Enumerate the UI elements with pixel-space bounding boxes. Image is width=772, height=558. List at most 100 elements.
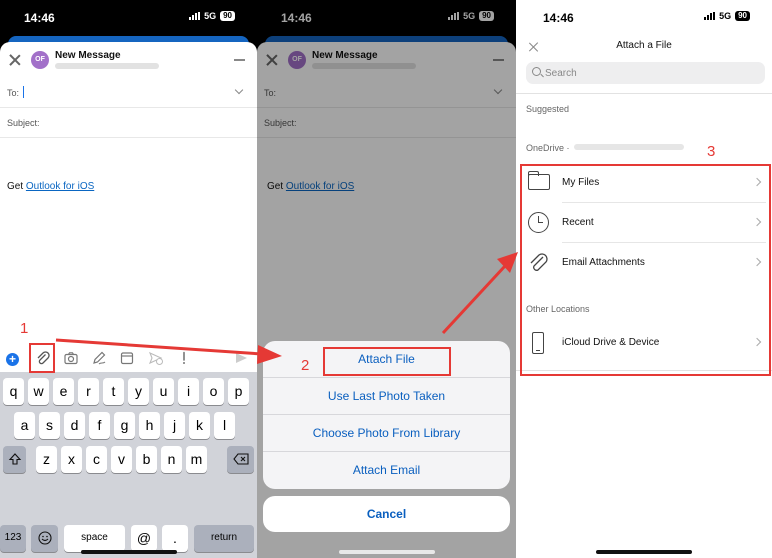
key-p[interactable]: p	[228, 378, 249, 405]
key-f[interactable]: f	[89, 412, 110, 439]
onedrive-label: OneDrive ·	[526, 143, 570, 153]
keyboard-row-3: z x c v b n m	[0, 446, 257, 517]
subject-field[interactable]: Subject:	[0, 108, 257, 138]
avatar[interactable]: OF	[31, 51, 49, 69]
priority-icon[interactable]	[176, 350, 192, 366]
key-b[interactable]: b	[136, 446, 157, 473]
key-y[interactable]: y	[128, 378, 149, 405]
backspace-icon	[232, 453, 249, 465]
signal-icon	[189, 12, 201, 20]
key-w[interactable]: w	[28, 378, 49, 405]
attach-file-screen: 14:46 5G 90 Attach a File Suggested OneD…	[516, 0, 772, 558]
annotation-step-3: 3	[707, 143, 716, 160]
choose-photo-option[interactable]: Choose Photo From Library	[263, 415, 510, 452]
annotation-box-attach-icon	[29, 343, 55, 373]
search-bar[interactable]	[526, 62, 765, 84]
close-icon[interactable]	[9, 54, 21, 66]
pen-icon[interactable]	[91, 350, 107, 366]
key-t[interactable]: t	[103, 378, 124, 405]
status-time: 14:46	[543, 11, 574, 25]
compose-sheet: OF New Message To: Subject: Get Outlook …	[0, 42, 257, 558]
compose-header: OF New Message	[0, 42, 257, 78]
keyboard: q w e r t y u i o p a s d f g h j k l z …	[0, 372, 257, 558]
sender-email-redacted	[55, 63, 159, 69]
text-cursor	[23, 86, 24, 98]
return-key[interactable]: return	[194, 525, 254, 552]
numbers-key[interactable]: 123	[0, 525, 26, 552]
key-c[interactable]: c	[86, 446, 107, 473]
keyboard-row-1: q w e r t y u i o p	[0, 378, 257, 406]
outlook-link[interactable]: Outlook for iOS	[26, 181, 94, 192]
key-x[interactable]: x	[61, 446, 82, 473]
attach-file-header: Attach a File	[516, 34, 772, 60]
annotation-step-2: 2	[301, 357, 310, 374]
subject-label: Subject:	[7, 118, 40, 128]
attach-options-screen: 14:46 5G 90 OF New Message To: Subject: …	[257, 0, 516, 558]
to-field[interactable]: To:	[0, 78, 257, 108]
compose-title: New Message	[55, 50, 121, 61]
key-v[interactable]: v	[111, 446, 132, 473]
key-q[interactable]: q	[3, 378, 24, 405]
use-last-photo-option[interactable]: Use Last Photo Taken	[263, 378, 510, 415]
key-k[interactable]: k	[189, 412, 210, 439]
key-l[interactable]: l	[214, 412, 235, 439]
key-m[interactable]: m	[186, 446, 207, 473]
camera-icon[interactable]	[63, 350, 79, 366]
key-r[interactable]: r	[78, 378, 99, 405]
key-n[interactable]: n	[161, 446, 182, 473]
signal-icon	[704, 12, 716, 20]
status-time: 14:46	[24, 11, 55, 25]
battery-icon: 90	[735, 11, 750, 21]
network-label: 5G	[719, 11, 732, 21]
suggested-label: Suggested	[526, 104, 570, 114]
key-d[interactable]: d	[64, 412, 85, 439]
cancel-button[interactable]: Cancel	[263, 496, 510, 532]
annotation-box-locations	[520, 164, 771, 376]
shift-icon	[8, 453, 21, 465]
key-o[interactable]: o	[203, 378, 224, 405]
home-indicator	[338, 550, 435, 554]
keyboard-row-4: 123 space @ . return	[0, 525, 257, 553]
search-input[interactable]	[545, 65, 695, 81]
key-e[interactable]: e	[53, 378, 74, 405]
status-bar: 14:46 5G 90	[516, 0, 772, 34]
annotation-step-1: 1	[20, 320, 29, 337]
dot-key[interactable]: .	[162, 525, 188, 552]
page-title: Attach a File	[616, 40, 672, 51]
backspace-key[interactable]	[227, 446, 254, 473]
attach-email-option[interactable]: Attach Email	[263, 452, 510, 489]
emoji-icon	[37, 531, 52, 545]
at-key[interactable]: @	[131, 525, 157, 552]
status-bar: 14:46 5G 90	[0, 0, 257, 34]
network-label: 5G	[204, 11, 217, 21]
key-h[interactable]: h	[139, 412, 160, 439]
send-later-icon[interactable]	[148, 350, 164, 366]
home-indicator	[80, 550, 177, 554]
minimize-icon[interactable]	[234, 59, 245, 61]
key-u[interactable]: u	[153, 378, 174, 405]
key-z[interactable]: z	[36, 446, 57, 473]
annotation-box-attach-file	[323, 347, 451, 376]
calendar-icon[interactable]	[119, 350, 135, 366]
divider	[516, 93, 772, 94]
to-label: To:	[7, 88, 20, 98]
keyboard-row-2: a s d f g h j k l	[0, 412, 257, 440]
key-s[interactable]: s	[39, 412, 60, 439]
chevron-down-icon[interactable]	[234, 85, 244, 95]
key-i[interactable]: i	[178, 378, 199, 405]
send-icon[interactable]	[236, 353, 247, 363]
emoji-key[interactable]	[31, 525, 58, 552]
home-indicator	[596, 550, 692, 554]
space-key[interactable]: space	[64, 525, 125, 552]
compose-screen: 14:46 5G 90 OF New Message To: Subject: …	[0, 0, 257, 558]
add-icon[interactable]: +	[6, 353, 19, 366]
key-a[interactable]: a	[14, 412, 35, 439]
signature: Get Outlook for iOS	[7, 181, 94, 192]
shift-key[interactable]	[3, 446, 26, 473]
battery-icon: 90	[220, 11, 235, 21]
key-j[interactable]: j	[164, 412, 185, 439]
key-g[interactable]: g	[114, 412, 135, 439]
search-icon	[532, 67, 541, 76]
onedrive-account-redacted	[574, 144, 684, 150]
signature-text: Get	[7, 181, 26, 192]
